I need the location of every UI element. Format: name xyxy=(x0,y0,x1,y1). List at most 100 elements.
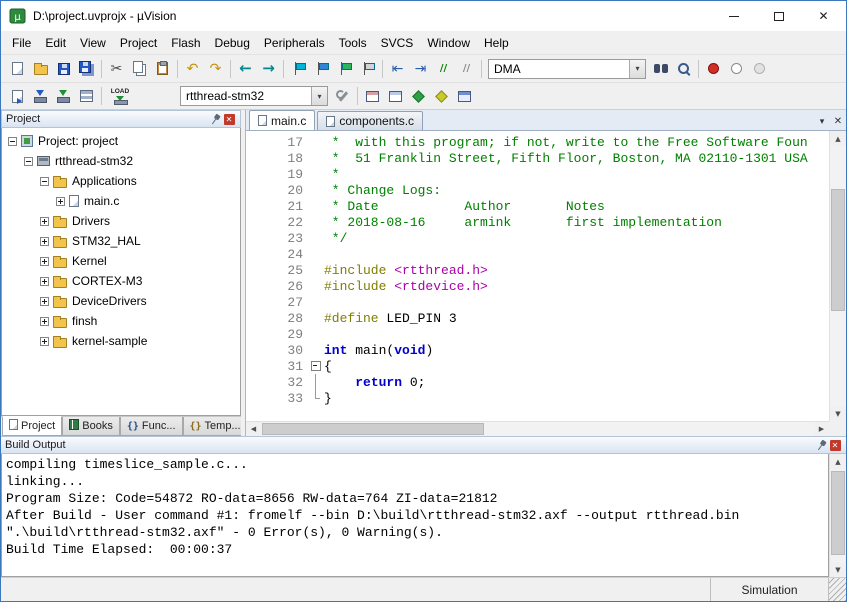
tab-list-button[interactable]: ▾ xyxy=(814,112,830,130)
minimize-button[interactable] xyxy=(711,1,756,31)
tree-item-stm32-hal[interactable]: STM32_HAL xyxy=(2,231,240,251)
bookmark-toggle-button[interactable] xyxy=(287,58,310,80)
panel-tab-project[interactable]: Project xyxy=(2,416,62,436)
translate-button[interactable] xyxy=(6,85,29,107)
cut-button[interactable]: ✂ xyxy=(105,58,128,80)
menu-item-project[interactable]: Project xyxy=(113,33,164,53)
editor-vertical-scrollbar[interactable]: ▲ ▼ xyxy=(829,131,846,421)
save-all-button[interactable] xyxy=(75,58,98,80)
collapse-icon[interactable] xyxy=(24,157,33,166)
scroll-up-icon[interactable]: ▲ xyxy=(830,131,846,146)
menu-item-tools[interactable]: Tools xyxy=(332,33,374,53)
new-file-button[interactable] xyxy=(6,58,29,80)
scroll-right-icon[interactable]: ▶ xyxy=(814,422,829,436)
manage-rte-button[interactable] xyxy=(407,85,430,107)
scroll-down-icon[interactable]: ▼ xyxy=(830,406,846,421)
expand-icon[interactable] xyxy=(40,317,49,326)
project-panel-close-button[interactable]: ✕ xyxy=(222,112,236,126)
menu-item-file[interactable]: File xyxy=(5,33,38,53)
batch-build-button[interactable] xyxy=(75,85,98,107)
manage-components-button[interactable] xyxy=(361,85,384,107)
panel-tab-func[interactable]: {}Func... xyxy=(120,417,183,436)
code-editor[interactable]: 17 * with this program; if not, write to… xyxy=(246,131,829,421)
save-button[interactable] xyxy=(52,58,75,80)
editor-tab-components-c[interactable]: components.c xyxy=(317,111,423,130)
build-output-close-button[interactable]: ✕ xyxy=(828,438,842,452)
maximize-button[interactable] xyxy=(756,1,801,31)
breakpoint-insert-button[interactable] xyxy=(702,58,725,80)
flash-download-button[interactable]: LOAD xyxy=(105,85,135,107)
target-select-combo[interactable]: rtthread-stm32▾ xyxy=(180,86,328,106)
vertical-scroll-thumb[interactable] xyxy=(831,471,845,555)
build-button[interactable] xyxy=(29,85,52,107)
horizontal-scroll-thumb[interactable] xyxy=(262,423,484,435)
scroll-left-icon[interactable]: ◀ xyxy=(246,422,261,436)
menu-item-view[interactable]: View xyxy=(73,33,113,53)
expand-icon[interactable] xyxy=(40,217,49,226)
tree-item-main-c[interactable]: main.c xyxy=(2,191,240,211)
expand-icon[interactable] xyxy=(40,337,49,346)
editor-horizontal-scrollbar[interactable]: ◀ ▶ xyxy=(246,421,829,436)
expand-icon[interactable] xyxy=(40,237,49,246)
tree-item-drivers[interactable]: Drivers xyxy=(2,211,240,231)
navigate-back-button[interactable]: ← xyxy=(234,58,257,80)
find-in-files-button[interactable] xyxy=(649,58,672,80)
comment-button[interactable]: // xyxy=(432,58,455,80)
file-extensions-button[interactable] xyxy=(384,85,407,107)
collapse-icon[interactable] xyxy=(8,137,17,146)
expand-icon[interactable] xyxy=(40,257,49,266)
copy-button[interactable] xyxy=(128,58,151,80)
chevron-down-icon[interactable]: ▾ xyxy=(311,87,327,105)
window-layout-button[interactable] xyxy=(453,85,476,107)
close-button[interactable]: ✕ xyxy=(801,1,846,31)
chevron-down-icon[interactable]: ▾ xyxy=(629,60,645,78)
redo-button[interactable]: ↷ xyxy=(204,58,227,80)
undo-button[interactable]: ↶ xyxy=(181,58,204,80)
tree-item-cortex-m3[interactable]: CORTEX-M3 xyxy=(2,271,240,291)
menu-item-flash[interactable]: Flash xyxy=(164,33,207,53)
resize-grip[interactable] xyxy=(828,578,846,601)
breakpoint-clear-button[interactable] xyxy=(748,58,771,80)
search-button[interactable] xyxy=(672,58,695,80)
editor-tab-main-c[interactable]: main.c xyxy=(249,110,315,130)
menu-item-debug[interactable]: Debug xyxy=(208,33,257,53)
project-pin-button[interactable] xyxy=(208,112,222,126)
build-output-scrollbar[interactable]: ▲ ▼ xyxy=(829,454,846,577)
menu-item-peripherals[interactable]: Peripherals xyxy=(257,33,332,53)
tree-item-kernel-sample[interactable]: kernel-sample xyxy=(2,331,240,351)
bookmark-prev-button[interactable] xyxy=(310,58,333,80)
tree-item-rtthread-stm32[interactable]: rtthread-stm32 xyxy=(2,151,240,171)
expand-icon[interactable] xyxy=(40,277,49,286)
tree-item-kernel[interactable]: Kernel xyxy=(2,251,240,271)
find-text-combo[interactable]: DMA▾ xyxy=(488,59,646,79)
build-output-pin-button[interactable] xyxy=(814,438,828,452)
paste-button[interactable] xyxy=(151,58,174,80)
options-for-target-button[interactable] xyxy=(331,85,354,107)
scroll-down-icon[interactable]: ▼ xyxy=(830,562,846,577)
rebuild-button[interactable] xyxy=(52,85,75,107)
tree-item-devicedrivers[interactable]: DeviceDrivers xyxy=(2,291,240,311)
open-folder-button[interactable] xyxy=(29,58,52,80)
bookmark-next-button[interactable] xyxy=(333,58,356,80)
menu-item-window[interactable]: Window xyxy=(420,33,477,53)
bookmark-clear-button[interactable] xyxy=(356,58,379,80)
tree-item-finsh[interactable]: finsh xyxy=(2,311,240,331)
outdent-button[interactable]: ⇤ xyxy=(386,58,409,80)
pack-installer-button[interactable] xyxy=(430,85,453,107)
fold-collapse-icon[interactable] xyxy=(308,358,324,374)
panel-tab-temp[interactable]: {}Temp... xyxy=(183,417,248,436)
menu-item-help[interactable]: Help xyxy=(477,33,516,53)
navigate-forward-button[interactable]: → xyxy=(257,58,280,80)
scroll-up-icon[interactable]: ▲ xyxy=(830,454,846,469)
tree-item-project-project[interactable]: Project: project xyxy=(2,131,240,151)
menu-item-edit[interactable]: Edit xyxy=(38,33,73,53)
panel-tab-books[interactable]: Books xyxy=(62,417,120,436)
tree-item-applications[interactable]: Applications xyxy=(2,171,240,191)
document-close-button[interactable]: ✕ xyxy=(830,112,846,130)
indent-button[interactable]: ⇥ xyxy=(409,58,432,80)
uncomment-button[interactable]: // xyxy=(455,58,478,80)
expand-icon[interactable] xyxy=(56,197,65,206)
vertical-scroll-thumb[interactable] xyxy=(831,189,845,311)
breakpoint-disable-button[interactable] xyxy=(725,58,748,80)
expand-icon[interactable] xyxy=(40,297,49,306)
